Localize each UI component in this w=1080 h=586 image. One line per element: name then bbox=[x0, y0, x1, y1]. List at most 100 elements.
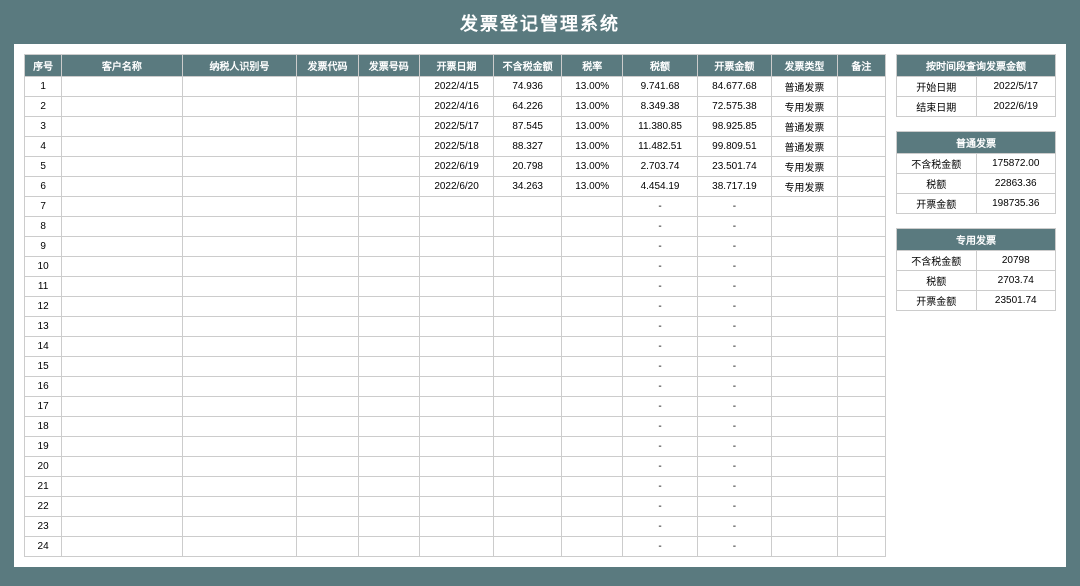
cell-rate[interactable]: 13.00% bbox=[562, 117, 623, 137]
cell-type[interactable] bbox=[772, 377, 838, 397]
cell-cust[interactable] bbox=[62, 437, 182, 457]
cell-seq[interactable]: 10 bbox=[25, 257, 62, 277]
cell-code[interactable] bbox=[297, 257, 358, 277]
cell-tax[interactable]: - bbox=[623, 257, 697, 277]
cell-code[interactable] bbox=[297, 397, 358, 417]
cell-seq[interactable]: 6 bbox=[25, 177, 62, 197]
cell-type[interactable] bbox=[772, 297, 838, 317]
cell-type[interactable]: 专用发票 bbox=[772, 157, 838, 177]
cell-taxid[interactable] bbox=[182, 317, 297, 337]
cell-code[interactable] bbox=[297, 217, 358, 237]
cell-seq[interactable]: 2 bbox=[25, 97, 62, 117]
cell-rate[interactable] bbox=[562, 417, 623, 437]
cell-taxid[interactable] bbox=[182, 437, 297, 457]
cell-tax[interactable]: - bbox=[623, 497, 697, 517]
cell-cust[interactable] bbox=[62, 277, 182, 297]
cell-rate[interactable] bbox=[562, 257, 623, 277]
cell-date[interactable] bbox=[419, 217, 493, 237]
cell-total[interactable]: - bbox=[697, 437, 771, 457]
cell-memo[interactable] bbox=[837, 197, 885, 217]
cell-tax[interactable]: - bbox=[623, 237, 697, 257]
cell-code[interactable] bbox=[297, 97, 358, 117]
cell-taxid[interactable] bbox=[182, 277, 297, 297]
cell-type[interactable] bbox=[772, 537, 838, 557]
cell-code[interactable] bbox=[297, 517, 358, 537]
cell-cust[interactable] bbox=[62, 77, 182, 97]
cell-type[interactable]: 专用发票 bbox=[772, 97, 838, 117]
cell-taxid[interactable] bbox=[182, 257, 297, 277]
cell-type[interactable] bbox=[772, 237, 838, 257]
cell-taxid[interactable] bbox=[182, 117, 297, 137]
cell-total[interactable]: - bbox=[697, 277, 771, 297]
cell-taxid[interactable] bbox=[182, 397, 297, 417]
cell-tax[interactable]: - bbox=[623, 477, 697, 497]
cell-seq[interactable]: 19 bbox=[25, 437, 62, 457]
cell-total[interactable]: 38.717.19 bbox=[697, 177, 771, 197]
cell-memo[interactable] bbox=[837, 97, 885, 117]
cell-total[interactable]: - bbox=[697, 237, 771, 257]
cell-cust[interactable] bbox=[62, 337, 182, 357]
cell-tax[interactable]: - bbox=[623, 277, 697, 297]
cell-date[interactable] bbox=[419, 437, 493, 457]
cell-code[interactable] bbox=[297, 377, 358, 397]
cell-tax[interactable]: - bbox=[623, 357, 697, 377]
cell-num[interactable] bbox=[358, 457, 419, 477]
cell-rate[interactable] bbox=[562, 277, 623, 297]
cell-type[interactable]: 普通发票 bbox=[772, 117, 838, 137]
cell-cust[interactable] bbox=[62, 377, 182, 397]
cell-total[interactable]: - bbox=[697, 317, 771, 337]
cell-date[interactable] bbox=[419, 277, 493, 297]
cell-date[interactable] bbox=[419, 477, 493, 497]
cell-cust[interactable] bbox=[62, 457, 182, 477]
cell-rate[interactable] bbox=[562, 517, 623, 537]
cell-num[interactable] bbox=[358, 317, 419, 337]
cell-cust[interactable] bbox=[62, 417, 182, 437]
cell-type[interactable] bbox=[772, 497, 838, 517]
cell-date[interactable] bbox=[419, 397, 493, 417]
cell-memo[interactable] bbox=[837, 237, 885, 257]
cell-num[interactable] bbox=[358, 437, 419, 457]
cell-memo[interactable] bbox=[837, 357, 885, 377]
cell-memo[interactable] bbox=[837, 397, 885, 417]
cell-amt[interactable] bbox=[494, 317, 562, 337]
cell-memo[interactable] bbox=[837, 337, 885, 357]
cell-date[interactable] bbox=[419, 497, 493, 517]
cell-date[interactable] bbox=[419, 257, 493, 277]
cell-total[interactable]: - bbox=[697, 297, 771, 317]
cell-tax[interactable]: - bbox=[623, 197, 697, 217]
cell-rate[interactable] bbox=[562, 397, 623, 417]
cell-date[interactable] bbox=[419, 297, 493, 317]
cell-memo[interactable] bbox=[837, 257, 885, 277]
cell-rate[interactable] bbox=[562, 197, 623, 217]
cell-tax[interactable]: 11.380.85 bbox=[623, 117, 697, 137]
cell-seq[interactable]: 20 bbox=[25, 457, 62, 477]
cell-total[interactable]: 99.809.51 bbox=[697, 137, 771, 157]
cell-tax[interactable]: - bbox=[623, 297, 697, 317]
cell-code[interactable] bbox=[297, 137, 358, 157]
cell-taxid[interactable] bbox=[182, 417, 297, 437]
cell-rate[interactable] bbox=[562, 497, 623, 517]
cell-cust[interactable] bbox=[62, 497, 182, 517]
cell-tax[interactable]: - bbox=[623, 377, 697, 397]
cell-total[interactable]: 84.677.68 bbox=[697, 77, 771, 97]
cell-code[interactable] bbox=[297, 197, 358, 217]
cell-rate[interactable] bbox=[562, 457, 623, 477]
cell-total[interactable]: - bbox=[697, 337, 771, 357]
cell-code[interactable] bbox=[297, 77, 358, 97]
cell-amt[interactable]: 20.798 bbox=[494, 157, 562, 177]
cell-seq[interactable]: 8 bbox=[25, 217, 62, 237]
cell-code[interactable] bbox=[297, 157, 358, 177]
cell-type[interactable] bbox=[772, 437, 838, 457]
cell-date[interactable]: 2022/6/19 bbox=[419, 157, 493, 177]
cell-num[interactable] bbox=[358, 117, 419, 137]
cell-type[interactable] bbox=[772, 457, 838, 477]
cell-tax[interactable]: 2.703.74 bbox=[623, 157, 697, 177]
cell-memo[interactable] bbox=[837, 377, 885, 397]
end-date-value[interactable]: 2022/6/19 bbox=[976, 97, 1056, 117]
cell-total[interactable]: - bbox=[697, 497, 771, 517]
cell-num[interactable] bbox=[358, 357, 419, 377]
cell-taxid[interactable] bbox=[182, 97, 297, 117]
cell-rate[interactable]: 13.00% bbox=[562, 137, 623, 157]
cell-taxid[interactable] bbox=[182, 337, 297, 357]
cell-taxid[interactable] bbox=[182, 137, 297, 157]
